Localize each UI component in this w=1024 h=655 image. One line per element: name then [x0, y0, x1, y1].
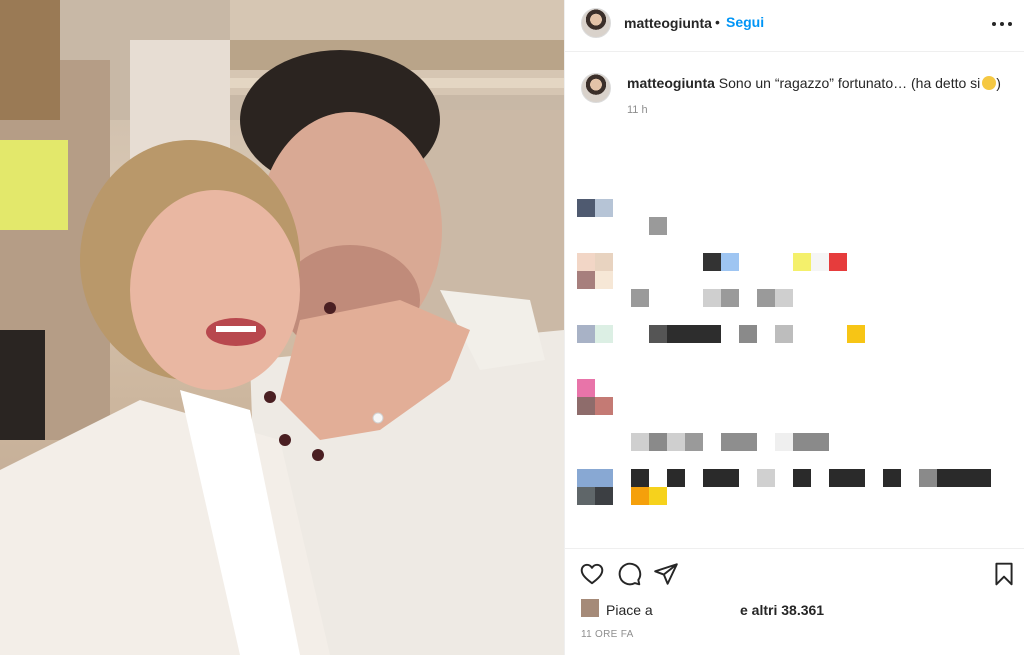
bookmark-icon[interactable]	[991, 561, 1017, 587]
more-options-icon[interactable]	[991, 13, 1013, 35]
censored-comments	[565, 190, 1024, 510]
author-avatar[interactable]	[581, 8, 611, 38]
follow-button[interactable]: Segui	[726, 14, 764, 30]
author-username[interactable]: matteogiunta	[624, 15, 712, 31]
liker-avatar[interactable]	[581, 599, 599, 617]
photo-illustration	[0, 0, 564, 655]
post-actions: Piace a e altri 38.361 11 ORE FA	[565, 548, 1024, 655]
caption-text-end: )	[996, 75, 1001, 91]
header-separator: •	[715, 14, 720, 30]
post-caption: matteogiunta Sono un “ragazzo” fortunato…	[627, 74, 1007, 92]
caption-username[interactable]: matteogiunta	[627, 75, 715, 91]
post-photo[interactable]	[0, 0, 564, 655]
likes-others-count[interactable]: e altri 38.361	[740, 602, 824, 618]
likes-label: Piace a	[606, 602, 653, 618]
share-icon[interactable]	[653, 561, 679, 587]
comment-icon[interactable]	[616, 561, 642, 587]
heart-icon[interactable]	[579, 561, 605, 587]
post-header: matteogiunta • Segui	[565, 0, 1024, 52]
caption-time[interactable]: 11 h	[627, 104, 648, 116]
grinning-emoji-icon	[982, 76, 997, 90]
caption-text: Sono un “ragazzo” fortunato… (ha detto s…	[718, 75, 981, 91]
post-panel: matteogiunta • Segui matteogiunta Sono u…	[564, 0, 1024, 655]
caption-avatar[interactable]	[581, 73, 611, 103]
post-timestamp[interactable]: 11 ORE FA	[581, 629, 634, 640]
